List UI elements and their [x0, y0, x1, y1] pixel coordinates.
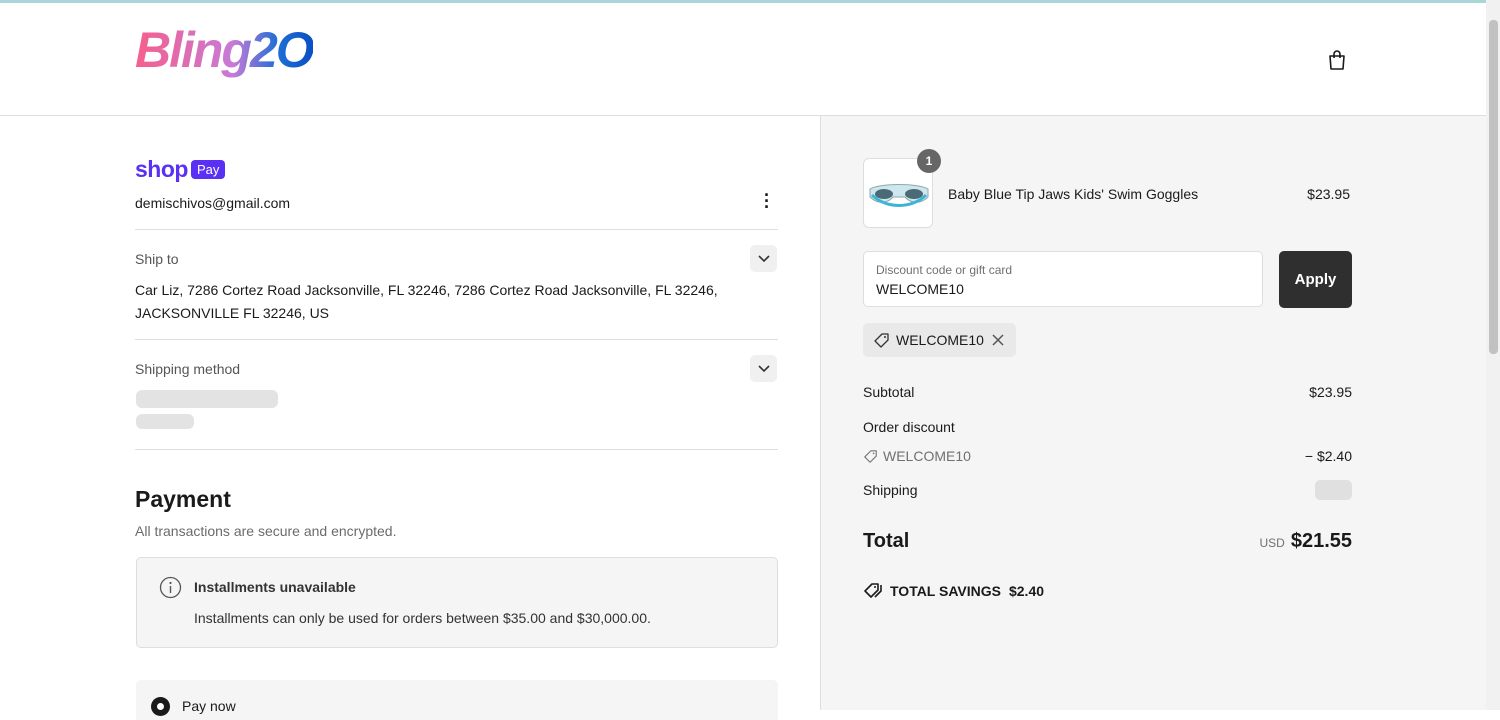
- loading-skeleton: [136, 414, 194, 429]
- discount-code: WELCOME10: [883, 448, 971, 464]
- applied-discount-chip: WELCOME10: [863, 323, 1016, 357]
- subtotal-label: Subtotal: [863, 384, 915, 400]
- header: Bling2O: [0, 3, 1486, 116]
- shipping-loading-skeleton: [1315, 480, 1352, 500]
- tag-icon: [864, 449, 877, 463]
- shipping-label: Shipping: [863, 482, 918, 498]
- total-savings-row: TOTAL SAVINGS $2.40: [863, 582, 1352, 599]
- divider: [135, 449, 778, 450]
- savings-label: TOTAL SAVINGS: [890, 582, 1001, 599]
- pay-now-label: Pay now: [182, 698, 236, 714]
- discount-amount: − $2.40: [1304, 448, 1352, 464]
- more-options-icon[interactable]: · · ·: [762, 186, 772, 216]
- shopping-bag-icon[interactable]: [1327, 49, 1347, 71]
- loading-skeleton: [136, 390, 278, 408]
- discount-value: WELCOME10: [876, 281, 964, 297]
- pay-now-radio[interactable]: [151, 697, 170, 716]
- savings-tag-icon: [864, 583, 882, 598]
- savings-value: $2.40: [1008, 582, 1045, 599]
- bling2o-logo[interactable]: Bling2O: [135, 21, 315, 79]
- notice-text: Installments can only be used for orders…: [194, 610, 651, 626]
- total-row: Total USD $21.55: [863, 530, 1352, 553]
- divider: [135, 339, 778, 340]
- remove-discount-close-icon[interactable]: [990, 332, 1006, 348]
- total-value: $21.55: [1290, 530, 1352, 552]
- subtotal-value: $23.95: [1309, 384, 1352, 400]
- pay-now-option[interactable]: Pay now: [136, 680, 778, 720]
- discount-code-input[interactable]: Discount code or gift card WELCOME10: [863, 251, 1263, 307]
- order-discount-row: Order discount: [863, 419, 1352, 435]
- order-discount-label: Order discount: [863, 419, 955, 435]
- tag-icon: [874, 332, 889, 348]
- product-name: Baby Blue Tip Jaws Kids' Swim Goggles: [948, 186, 1199, 202]
- apply-button[interactable]: Apply: [1279, 251, 1352, 308]
- info-icon: [159, 576, 182, 599]
- payment-title: Payment: [135, 486, 231, 512]
- ship-to-chevron-down-icon[interactable]: [750, 245, 777, 272]
- divider: [135, 229, 778, 230]
- scrollbar[interactable]: [1486, 0, 1500, 710]
- installments-notice: Installments unavailable Installments ca…: [136, 557, 778, 648]
- shop-text: shop: [135, 156, 188, 182]
- shipping-row: Shipping: [863, 480, 1352, 500]
- shop-pay-logo: shop Pay: [135, 156, 226, 183]
- shipping-method-chevron-down-icon[interactable]: [750, 355, 777, 382]
- notice-title: Installments unavailable: [194, 579, 356, 595]
- contact-email: demischivos@gmail.com: [135, 195, 291, 211]
- subtotal-row: Subtotal $23.95: [863, 384, 1352, 400]
- discount-code-row: WELCOME10 − $2.40: [863, 448, 1352, 464]
- ship-to-address: Car Liz, 7286 Cortez Road Jacksonville, …: [135, 282, 718, 321]
- product-price: $23.95: [1307, 186, 1350, 202]
- quantity-badge: 1: [917, 149, 941, 173]
- order-summary: 1 Baby Blue Tip Jaws Kids' Swim Goggles …: [820, 116, 1486, 710]
- applied-code: WELCOME10: [896, 332, 984, 348]
- currency: USD: [1259, 536, 1285, 550]
- discount-placeholder: Discount code or gift card: [876, 263, 1013, 277]
- scrollbar-thumb[interactable]: [1489, 20, 1498, 354]
- shipping-method-label: Shipping method: [135, 361, 241, 377]
- pay-badge: Pay: [190, 160, 226, 179]
- payment-subtitle: All transactions are secure and encrypte…: [135, 523, 397, 539]
- ship-to-label: Ship to: [135, 251, 179, 267]
- total-label: Total: [863, 530, 910, 552]
